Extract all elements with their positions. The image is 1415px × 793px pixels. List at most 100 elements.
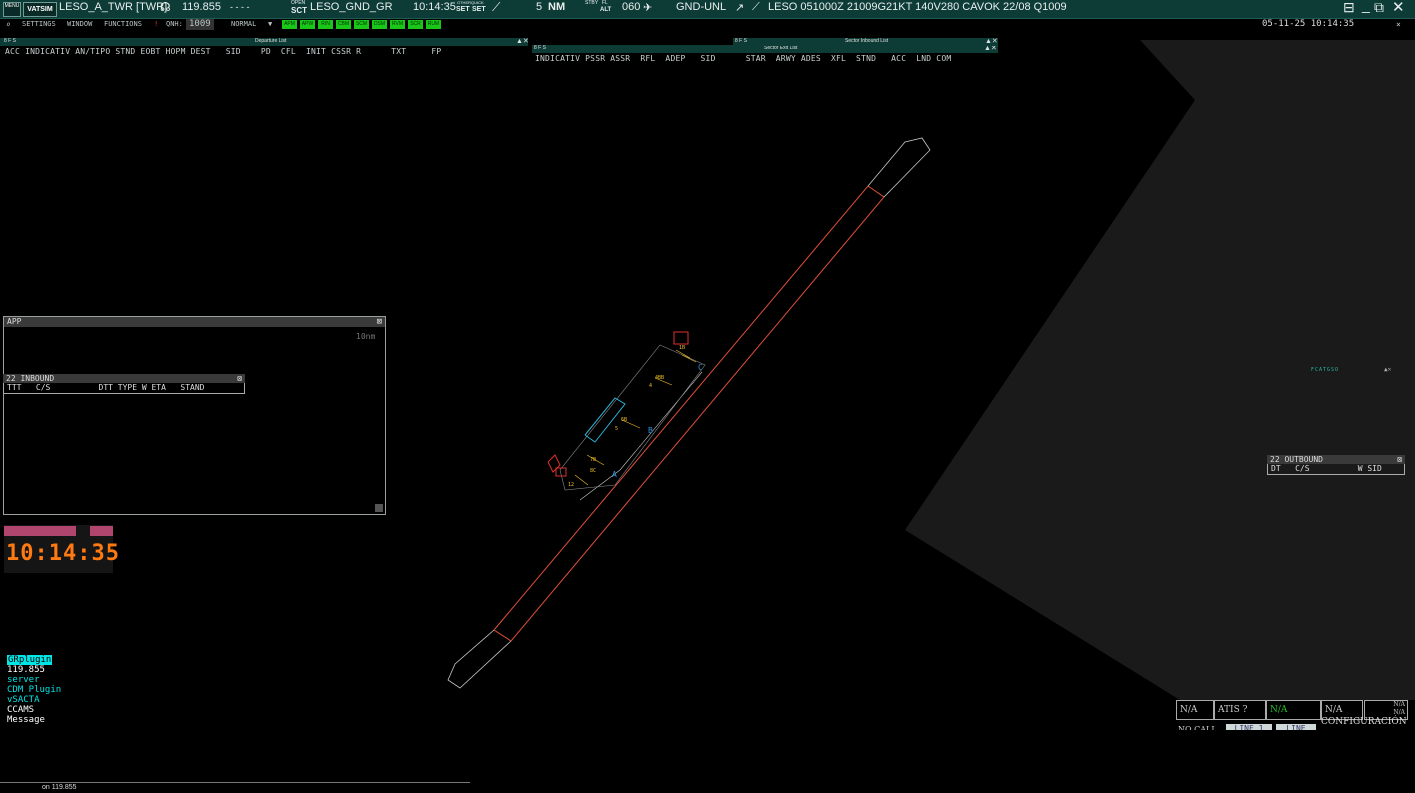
red-structure-2: [547, 454, 561, 473]
taxiway-label-a: A: [612, 470, 617, 479]
stand-label: 4: [649, 383, 653, 389]
toggle-button[interactable]: CBM: [336, 20, 351, 29]
na-field-1[interactable]: N/A: [1176, 700, 1214, 720]
mode-select[interactable]: NORMAL: [231, 19, 256, 30]
toggle-button[interactable]: SCR: [408, 20, 423, 29]
topbar-time: 10:14:35: [413, 1, 456, 13]
sector-exit-list-window[interactable]: 8 F S Sector Exit List ▲✕ INDICATIV PSSR…: [532, 45, 998, 67]
range-unit[interactable]: NM: [548, 1, 565, 13]
qnh-value[interactable]: 1009: [186, 19, 214, 30]
taxiway-label-b: B: [648, 426, 653, 435]
inbound-columns[interactable]: TTT C/S DTT TYPE W ETA STAND: [3, 383, 245, 394]
plugin-item: server: [7, 675, 40, 685]
departure-list-header[interactable]: 8 F S Departure List ▲✕: [0, 37, 529, 46]
search-icon[interactable]: ⌕: [6, 19, 11, 30]
sector-inbound-list-header[interactable]: 8 F S Sector Inbound List ▲✕: [733, 38, 998, 46]
set-button-2[interactable]: SET: [472, 6, 486, 13]
inbound-window[interactable]: 22 INBOUND ⊠ TTT C/S DTT TYPE W ETA STAN…: [3, 374, 245, 394]
radio-icon[interactable]: ☊: [160, 0, 171, 14]
toggle-button[interactable]: RIN: [318, 20, 333, 29]
toggle-button[interactable]: APW: [300, 20, 315, 29]
close-icon[interactable]: ×: [1396, 19, 1401, 30]
set-button-1[interactable]: SET: [456, 6, 470, 13]
filter-icon[interactable]: ✈: [643, 1, 652, 14]
frequency-dashes: - - - -: [230, 2, 250, 12]
na-field-green[interactable]: N/A: [1266, 700, 1321, 720]
plugin-list: GRplugin 119.855 server CDM Plugin vSACT…: [7, 655, 61, 725]
terminal-building: [584, 397, 626, 443]
stand-label: 4BB: [655, 375, 665, 381]
restore-icon[interactable]: ⧉: [1374, 0, 1384, 16]
command-line-text[interactable]: on 119.855: [42, 784, 77, 791]
app-window-header[interactable]: APP ⊠: [4, 317, 385, 327]
outbound-columns[interactable]: DT C/S W SID: [1267, 464, 1405, 475]
menu-button[interactable]: MENU: [3, 2, 21, 17]
runway-icon: ⟋: [752, 1, 760, 13]
filter-icons[interactable]: 8 F S: [534, 45, 546, 51]
atis-field[interactable]: ATIS ?: [1214, 700, 1266, 720]
fl-label[interactable]: FL: [602, 0, 608, 6]
window-menu[interactable]: WINDOW: [67, 19, 92, 30]
sector-exit-list-header[interactable]: 8 F S Sector Exit List ▲✕: [532, 45, 998, 53]
resize-handle[interactable]: [375, 504, 383, 512]
sector-inbound-list-window[interactable]: 8 F S Sector Inbound List ▲✕: [733, 38, 998, 46]
clock: 10:14:35: [6, 541, 120, 566]
minimize-icon[interactable]: _: [1362, 0, 1370, 13]
stby-label[interactable]: STBY: [585, 0, 598, 6]
right-filter-label[interactable]: FCATGSO: [1311, 367, 1339, 373]
sct-label[interactable]: SCT: [291, 6, 307, 15]
settings-menu[interactable]: SETTINGS: [22, 19, 56, 30]
toggle-button[interactable]: RUM: [426, 20, 441, 29]
taxiway-south: [447, 629, 512, 689]
apron-outline: [559, 344, 706, 491]
metar-text[interactable]: LESO 051000Z 21009G21KT 140V280 CAVOK 22…: [768, 1, 1067, 13]
filter-icons[interactable]: 8 F S: [4, 38, 16, 44]
wind-icon: ↗: [735, 2, 745, 14]
collapse-icon[interactable]: ▲✕: [985, 37, 998, 45]
departure-list-window[interactable]: 8 F S Departure List ▲✕ ACC INDICATIV AN…: [0, 37, 529, 60]
vatsim-logo[interactable]: VATSIM: [23, 2, 57, 17]
range-value[interactable]: 5: [536, 1, 542, 13]
close-icon[interactable]: ✕: [1392, 0, 1405, 16]
inbound-window-header[interactable]: 22 INBOUND ⊠: [3, 374, 245, 383]
toggle-button[interactable]: RVM: [390, 20, 405, 29]
line1-button[interactable]: LINE 1: [1226, 724, 1272, 730]
outbound-window[interactable]: 22 OUTBOUND ⊠ DT C/S W SID: [1267, 455, 1405, 477]
red-structure-1: [673, 331, 689, 345]
toggle-button[interactable]: SCM: [354, 20, 369, 29]
window-layout-icon[interactable]: ⊟: [1343, 0, 1355, 16]
other-label[interactable]: OTHER: [457, 0, 471, 5]
plugin-item: Message: [7, 715, 45, 725]
departure-list-columns[interactable]: ACC INDICATIV AN/TIPO STND EOBT HOPM DES…: [0, 46, 528, 58]
close-icon[interactable]: ⊠: [237, 374, 242, 383]
alert-icon[interactable]: !: [154, 19, 158, 30]
sector-inbound-list-title: Sector Inbound List: [845, 38, 889, 44]
ruler-icon[interactable]: ⟋: [492, 0, 500, 15]
line2-button[interactable]: LINE: [1276, 724, 1316, 730]
command-line[interactable]: on 119.855: [0, 782, 470, 793]
close-icon[interactable]: ⊠: [1397, 455, 1402, 464]
transition-level[interactable]: 060: [622, 1, 640, 13]
chevron-down-icon[interactable]: ▼: [268, 19, 272, 30]
filter-icons[interactable]: 8 F S: [735, 38, 747, 44]
callsign-label[interactable]: LESO_A_TWR [TWR]: [59, 1, 167, 13]
outbound-window-header[interactable]: 22 OUTBOUND ⊠: [1267, 455, 1405, 464]
sector-name[interactable]: LESO_GND_GR: [310, 1, 393, 13]
sector-exit-list-columns[interactable]: INDICATIV PSSR ASSR RFL ADEP SID STAR AR…: [532, 53, 998, 65]
stand-label: 8C: [590, 468, 597, 474]
toggle-button[interactable]: APM: [282, 20, 297, 29]
app-window[interactable]: APP ⊠ 10nm: [3, 316, 386, 515]
quick-label[interactable]: QUICK: [471, 0, 484, 5]
functions-menu[interactable]: FUNCTIONS: [104, 19, 142, 30]
stand-label: 7B: [590, 457, 597, 463]
plugin-item[interactable]: GRplugin: [7, 655, 53, 665]
inbound-window-title: 22 INBOUND: [6, 374, 55, 383]
frequency-label[interactable]: 119.855: [182, 1, 221, 13]
collapse-icon[interactable]: ▲✕: [1384, 366, 1391, 373]
alt-label[interactable]: ALT: [600, 7, 611, 13]
config-button[interactable]: CONFIGURACIÓN: [1321, 717, 1407, 727]
level-filter[interactable]: GND-UNL: [676, 1, 726, 13]
toggle-button[interactable]: DSM: [372, 20, 387, 29]
close-icon[interactable]: ⊠: [377, 317, 382, 327]
collapse-icon[interactable]: ▲✕: [516, 37, 529, 45]
